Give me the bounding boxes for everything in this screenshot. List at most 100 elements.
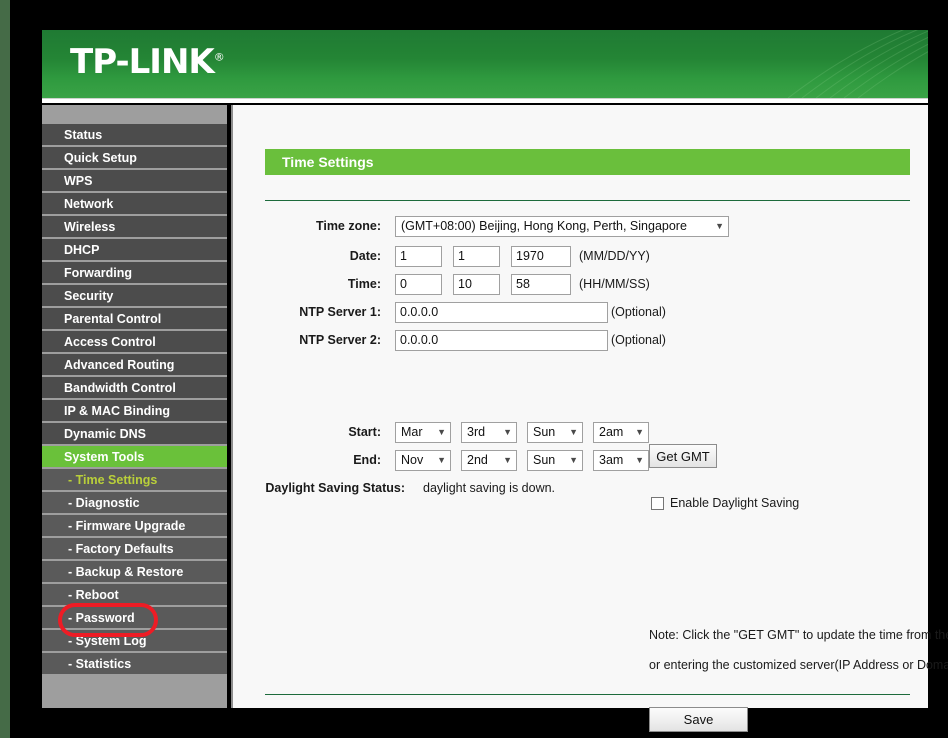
sidebar-item-label: - System Log [68, 634, 147, 648]
sidebar-item-label: Quick Setup [64, 151, 137, 165]
dst-start-month-value: Mar [401, 424, 423, 439]
ntp-server-2-input[interactable] [395, 329, 608, 351]
sidebar-item-label: Status [64, 128, 103, 142]
daylight-saving-end-row: End: Nov ▼ 2nd ▼ Sun ▼ 3am ▼ [233, 449, 659, 471]
sidebar-item-label: System Tools [64, 450, 145, 464]
dst-start-week-value: 3rd [467, 424, 486, 439]
ntp-server-2-row: NTP Server 2: (Optional) [233, 329, 666, 351]
sidebar-item-label: DHCP [64, 243, 100, 257]
sidebar-item-label: - Password [68, 611, 135, 625]
sidebar-item-dynamic-dns[interactable]: Dynamic DNS [42, 423, 227, 446]
sidebar-item-wireless[interactable]: Wireless [42, 216, 227, 239]
sidebar-item-password[interactable]: - Password [42, 607, 227, 630]
enable-daylight-saving-checkbox[interactable] [651, 496, 664, 510]
sidebar-item-security[interactable]: Security [42, 285, 227, 308]
sidebar-item-parental-control[interactable]: Parental Control [42, 308, 227, 331]
sidebar-item-list: Status Quick Setup WPS Network Wireless DHCP F… [42, 124, 227, 676]
chevron-down-icon: ▼ [569, 454, 578, 465]
daylight-saving-start-label: Start: [348, 425, 381, 439]
daylight-saving-end-label: End: [353, 453, 381, 467]
daylight-saving-status-row: Daylight Saving Status: daylight saving … [233, 477, 555, 499]
sidebar-item-diagnostic[interactable]: - Diagnostic [42, 492, 227, 515]
sidebar-item-label: Wireless [64, 220, 116, 234]
ntp-server-2-hint: (Optional) [611, 333, 666, 347]
dst-start-hour-select[interactable]: 2am ▼ [593, 421, 649, 443]
chevron-down-icon: ▼ [569, 426, 578, 437]
sidebar-item-forwarding[interactable]: Forwarding [42, 262, 227, 285]
timezone-select[interactable]: (GMT+08:00) Beijing, Hong Kong, Perth, S… [395, 215, 729, 237]
sidebar-item-label: IP & MAC Binding [64, 404, 171, 418]
date-format-hint: (MM/DD/YY) [579, 249, 650, 263]
dst-end-hour-value: 3am [599, 452, 624, 467]
date-day-input[interactable] [453, 245, 500, 267]
enable-daylight-saving-label: Enable Daylight Saving [670, 496, 800, 510]
main-content-panel: Time Settings Time zone: (GMT+08:00) Bei… [231, 105, 948, 732]
chevron-down-icon: ▼ [503, 426, 512, 437]
chevron-down-icon: ▼ [715, 220, 724, 231]
tp-link-logo-text: TP-LINK [70, 42, 215, 82]
sidebar-item-label: Forwarding [64, 266, 133, 280]
sidebar-item-advanced-routing[interactable]: Advanced Routing [42, 354, 227, 377]
sidebar-item-time-settings[interactable]: - Time Settings [42, 469, 227, 492]
chevron-down-icon: ▼ [635, 426, 644, 437]
timezone-row: Time zone: (GMT+08:00) Beijing, Hong Kon… [233, 215, 729, 237]
dst-end-week-select[interactable]: 2nd ▼ [461, 449, 517, 471]
sidebar-item-system-log[interactable]: - System Log [42, 630, 227, 653]
header-underline [42, 98, 928, 103]
time-second-input[interactable] [511, 273, 571, 295]
header-arc-decoration [787, 30, 928, 98]
sidebar-item-network[interactable]: Network [42, 193, 227, 216]
daylight-saving-status-label: Daylight Saving Status: [265, 481, 405, 495]
sidebar-item-label: - Reboot [68, 588, 119, 602]
sidebar-item-wps[interactable]: WPS [42, 170, 227, 193]
sidebar-item-status[interactable]: Status [42, 124, 227, 147]
ntp-server-1-hint: (Optional) [611, 305, 666, 319]
time-minute-input[interactable] [453, 273, 500, 295]
sidebar-navigation: Status Quick Setup WPS Network Wireless DHCP F… [42, 105, 227, 708]
page-title: Time Settings [265, 149, 910, 175]
sidebar-item-label: Advanced Routing [64, 358, 175, 372]
sidebar-item-label: - Statistics [68, 657, 132, 671]
sidebar-item-firmware-upgrade[interactable]: - Firmware Upgrade [42, 515, 227, 538]
ntp-server-1-input[interactable] [395, 301, 608, 323]
dst-start-week-select[interactable]: 3rd ▼ [461, 421, 517, 443]
sidebar-item-quick-setup[interactable]: Quick Setup [42, 147, 227, 170]
timezone-label: Time zone: [315, 219, 381, 233]
dst-end-day-value: Sun [533, 452, 556, 467]
dst-start-hour-value: 2am [599, 424, 624, 439]
sidebar-item-statistics[interactable]: - Statistics [42, 653, 227, 676]
date-label: Date: [349, 249, 381, 263]
sidebar-item-ip-mac-binding[interactable]: IP & MAC Binding [42, 400, 227, 423]
chevron-down-icon: ▼ [437, 454, 446, 465]
dst-start-month-select[interactable]: Mar ▼ [395, 421, 451, 443]
ntp-server-1-row: NTP Server 1: (Optional) [233, 301, 666, 323]
dst-end-hour-select[interactable]: 3am ▼ [593, 449, 649, 471]
sidebar-item-access-control[interactable]: Access Control [42, 331, 227, 354]
enable-daylight-saving-row[interactable]: Enable Daylight Saving [651, 496, 799, 510]
sidebar-item-label: Bandwidth Control [64, 381, 176, 395]
sidebar-item-label: - Diagnostic [68, 496, 140, 510]
sidebar-item-backup-restore[interactable]: - Backup & Restore [42, 561, 227, 584]
chevron-down-icon: ▼ [437, 426, 446, 437]
sidebar-item-label: Network [64, 197, 114, 211]
sidebar-item-label: Access Control [64, 335, 156, 349]
sidebar-item-system-tools[interactable]: System Tools [42, 446, 227, 469]
sidebar-item-label: - Firmware Upgrade [68, 519, 186, 533]
sidebar-item-bandwidth-control[interactable]: Bandwidth Control [42, 377, 227, 400]
dst-end-day-select[interactable]: Sun ▼ [527, 449, 583, 471]
sidebar-item-label: - Factory Defaults [68, 542, 174, 556]
sidebar-item-reboot[interactable]: - Reboot [42, 584, 227, 607]
date-year-input[interactable] [511, 245, 571, 267]
get-gmt-button[interactable]: Get GMT [649, 444, 717, 468]
form-top-divider [265, 200, 910, 201]
brand-header: TP-LINK® [42, 30, 928, 98]
save-button[interactable]: Save [649, 707, 748, 732]
sidebar-item-dhcp[interactable]: DHCP [42, 239, 227, 262]
sidebar-item-factory-defaults[interactable]: - Factory Defaults [42, 538, 227, 561]
time-hour-input[interactable] [395, 273, 442, 295]
dst-end-week-value: 2nd [467, 452, 488, 467]
date-month-input[interactable] [395, 245, 442, 267]
dst-end-month-select[interactable]: Nov ▼ [395, 449, 451, 471]
tp-link-logo: TP-LINK® [70, 42, 225, 82]
dst-start-day-select[interactable]: Sun ▼ [527, 421, 583, 443]
